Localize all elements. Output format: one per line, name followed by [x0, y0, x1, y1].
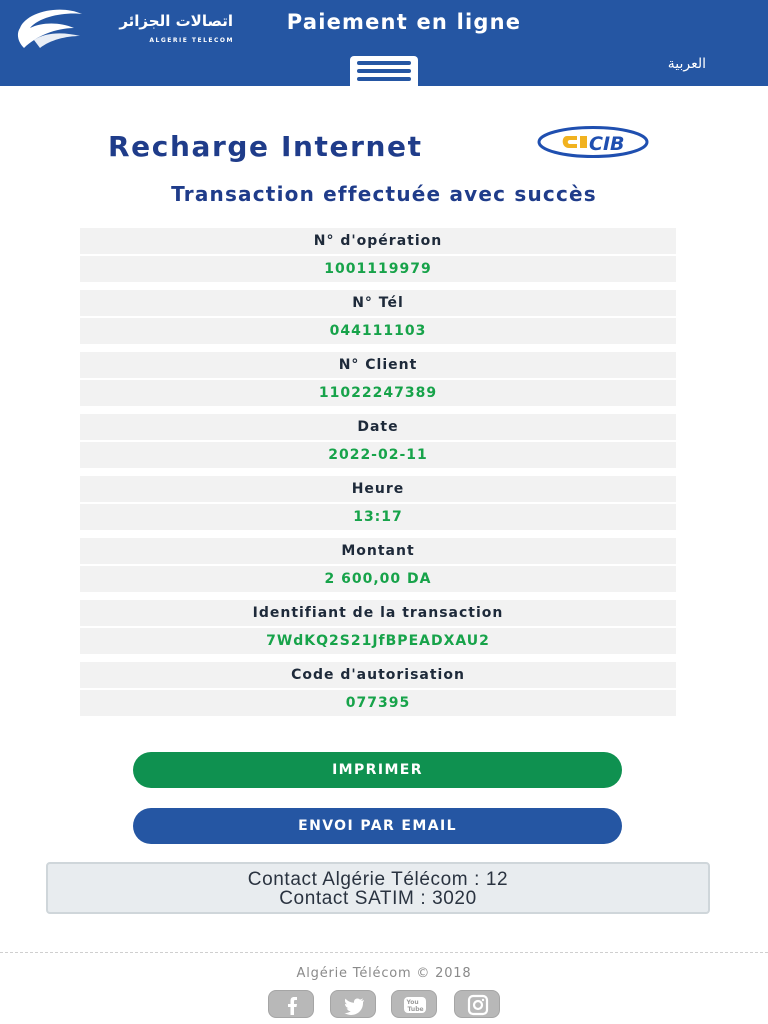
hamburger-menu-button[interactable] — [350, 56, 418, 86]
twitter-icon — [344, 998, 364, 1015]
send-email-button[interactable]: ENVOI PAR EMAIL — [133, 808, 622, 844]
svg-text:Tube: Tube — [408, 1006, 424, 1013]
svg-text:You: You — [406, 999, 419, 1006]
detail-group: N° Client 11022247389 — [80, 352, 676, 406]
detail-group: Montant 2 600,00 DA — [80, 538, 676, 592]
header-title: Paiement en ligne — [286, 10, 522, 34]
detail-value: 044111103 — [80, 318, 676, 344]
algerie-telecom-logo[interactable]: اتصالات الجزائر ALGERIE TELECOM — [16, 6, 233, 54]
detail-value: 7WdKQ2S21JfBPEADXAU2 — [80, 628, 676, 654]
menu-bar-icon — [357, 61, 411, 65]
detail-group: Date 2022-02-11 — [80, 414, 676, 468]
detail-label: N° d'opération — [80, 228, 676, 254]
detail-group: Identifiant de la transaction 7WdKQ2S21Jf… — [80, 600, 676, 654]
detail-label: Code d'autorisation — [80, 662, 676, 688]
footer-divider — [0, 952, 768, 953]
facebook-icon — [288, 997, 297, 1015]
logo-latin-text: ALGERIE TELECOM — [149, 37, 234, 44]
menu-bar-icon — [357, 69, 411, 73]
detail-label: Date — [80, 414, 676, 440]
youtube-link[interactable]: You Tube — [391, 990, 437, 1018]
contact-box: Contact Algérie Télécom : 12 Contact SAT… — [46, 862, 710, 914]
detail-value: 13:17 — [80, 504, 676, 530]
detail-value: 11022247389 — [80, 380, 676, 406]
contact-algerie-telecom: Contact Algérie Télécom : 12 — [247, 869, 509, 890]
cib-card-icon: CIB — [537, 126, 649, 158]
transaction-details: N° d'opération 1001119979 N° Tél 044111103 N… — [80, 228, 676, 724]
detail-value: 1001119979 — [80, 256, 676, 282]
logo-arabic-text: اتصالات الجزائر — [119, 12, 233, 30]
logo-swoosh-icon — [17, 9, 83, 48]
detail-value: 2 600,00 DA — [80, 566, 676, 592]
contact-satim: Contact SATIM : 3020 — [279, 888, 477, 909]
instagram-link[interactable] — [454, 990, 500, 1018]
detail-group: Code d'autorisation 077395 — [80, 662, 676, 716]
detail-group: Heure 13:17 — [80, 476, 676, 530]
youtube-icon: You Tube — [404, 997, 426, 1013]
instagram-icon — [467, 994, 489, 1016]
detail-label: Identifiant de la transaction — [80, 600, 676, 626]
cib-logo: CIB — [537, 126, 649, 158]
detail-label: Heure — [80, 476, 676, 502]
site-header: اتصالات الجزائر ALGERIE TELECOM Paiement… — [0, 0, 768, 86]
page-title: Recharge Internet — [108, 130, 423, 163]
detail-value: 077395 — [80, 690, 676, 716]
success-message: Transaction effectuée avec succès — [171, 182, 597, 206]
copyright-text: Algérie Télécom © 2018 — [296, 966, 472, 981]
detail-value: 2022-02-11 — [80, 442, 676, 468]
detail-group: N° d'opération 1001119979 — [80, 228, 676, 282]
cib-logo-text: CIB — [589, 133, 625, 155]
menu-bar-icon — [357, 77, 411, 81]
detail-label: N° Client — [80, 352, 676, 378]
detail-label: Montant — [80, 538, 676, 564]
twitter-link[interactable] — [330, 990, 376, 1018]
detail-group: N° Tél 044111103 — [80, 290, 676, 344]
arabic-language-link[interactable]: العربية — [668, 56, 706, 72]
facebook-link[interactable] — [268, 990, 314, 1018]
detail-label: N° Tél — [80, 290, 676, 316]
print-button[interactable]: IMPRIMER — [133, 752, 622, 788]
